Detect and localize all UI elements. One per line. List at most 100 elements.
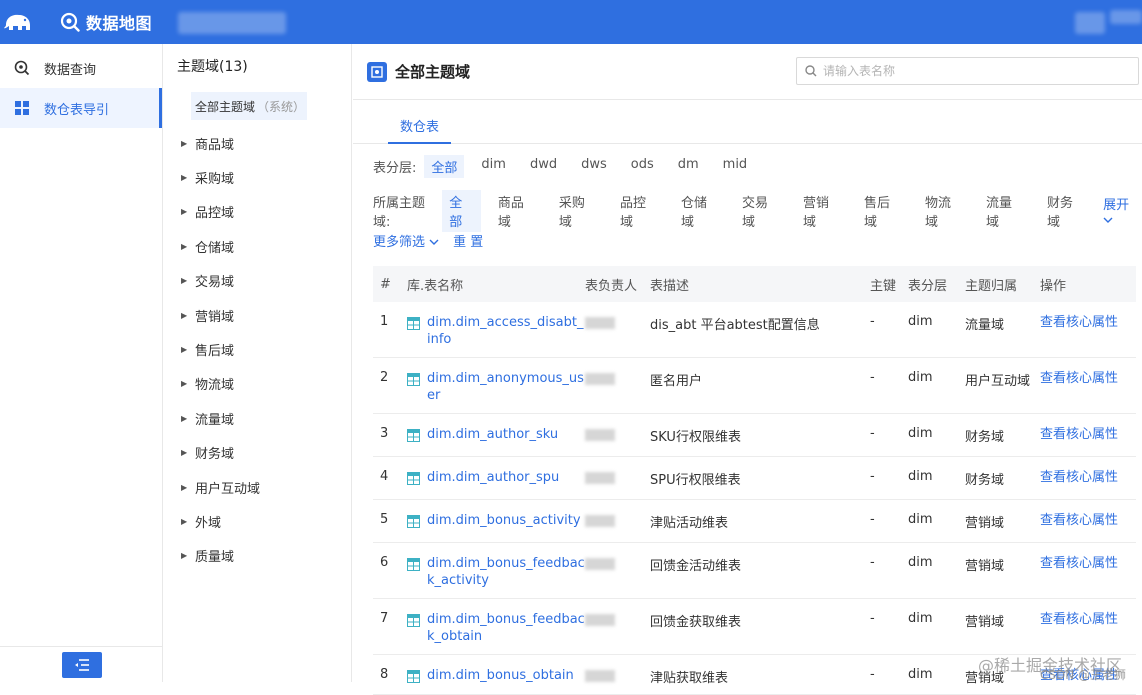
domain-option[interactable]: 交易域	[735, 190, 786, 232]
domain-option[interactable]: 采购域	[552, 190, 603, 232]
view-core-attrs-link[interactable]: 查看核心属性	[1040, 599, 1136, 628]
more-filters-button[interactable]: 更多筛选	[373, 231, 439, 250]
table-name-link[interactable]: dim.dim_author_sku	[427, 426, 558, 443]
view-core-attrs-link[interactable]: 查看核心属性	[1040, 543, 1136, 572]
desc-cell: SKU行权限维表	[650, 430, 741, 445]
layer-cell: dim	[908, 370, 933, 385]
domain-item[interactable]: ▶ 仓储域	[164, 229, 351, 263]
col-header-owner: 表负责人	[585, 278, 638, 294]
domain-item[interactable]: ▶ 财务域	[164, 436, 351, 470]
layer-option[interactable]: ods	[624, 155, 661, 178]
domain-item[interactable]: ▶ 商品域	[164, 126, 351, 160]
layer-option[interactable]: dwd	[523, 155, 564, 178]
owner-cell	[585, 302, 650, 329]
table-name-link[interactable]: dim.dim_bonus_feedback_activity	[427, 555, 585, 589]
table-icon	[407, 429, 420, 442]
table-name-link[interactable]: dim.dim_bonus_feedback_obtain	[427, 611, 585, 645]
collapse-menu-button[interactable]	[61, 651, 102, 678]
nav-item-data-query[interactable]: 数据查询	[0, 48, 162, 88]
owner-cell	[585, 500, 650, 527]
redacted-owner	[585, 317, 615, 329]
domain-option[interactable]: 仓储域	[674, 190, 725, 232]
domain-cell: 财务域	[965, 430, 1005, 445]
domain-item[interactable]: ▶ 品控域	[164, 195, 351, 229]
layer-option[interactable]: mid	[716, 155, 755, 178]
domain-item-label: 交易域	[195, 275, 235, 291]
table-name-link[interactable]: dim.dim_bonus_obtain	[427, 667, 574, 684]
domain-item[interactable]: ▶ 售后域	[164, 332, 351, 366]
table-icon	[407, 670, 420, 683]
tables-grid: # 库.表名称 表负责人 表描述 主键 表分层 主题归属 操作 1 dim.dim…	[373, 266, 1136, 695]
left-nav: 数据查询 数仓表导引	[0, 44, 163, 682]
table-name-link[interactable]: dim.dim_access_disabt_info	[427, 314, 585, 348]
table-name-cell: dim.dim_bonus_feedback_obtain	[407, 599, 585, 645]
caret-right-icon: ▶	[181, 276, 188, 286]
nav-label: 数据查询	[44, 62, 97, 78]
table-icon	[407, 317, 420, 330]
domain-item[interactable]: ▶ 质量域	[164, 539, 351, 573]
domain-item[interactable]: ▶ 营销域	[164, 298, 351, 332]
view-core-attrs-link[interactable]: 查看核心属性	[1040, 457, 1136, 486]
redacted-header-tabs	[178, 12, 286, 34]
search-icon	[805, 65, 817, 77]
domain-option[interactable]: 财务域	[1040, 190, 1091, 232]
desc-cell: SPU行权限维表	[650, 473, 741, 488]
domain-item-label: 营销域	[195, 309, 235, 325]
tab-warehouse-tables[interactable]: 数仓表	[388, 116, 452, 144]
domain-item[interactable]: ▶ 用户互动域	[164, 470, 351, 504]
grid-icon	[14, 100, 30, 116]
elephant-logo-icon[interactable]	[0, 0, 36, 44]
pk-cell: -	[870, 426, 875, 441]
domain-option[interactable]: 全部	[442, 190, 481, 232]
brand[interactable]: 数据地图	[60, 10, 152, 34]
view-core-attrs-link[interactable]: 查看核心属性	[1040, 500, 1136, 529]
caret-right-icon: ▶	[181, 310, 188, 320]
domain-item[interactable]: ▶ 流量域	[164, 401, 351, 435]
view-core-attrs-link[interactable]: 查看核心属性	[1040, 414, 1136, 443]
table-name-cell: dim.dim_author_sku	[407, 414, 585, 443]
expand-button[interactable]: 展开	[1103, 194, 1142, 228]
table-row: 7 dim.dim_bonus_feedback_obtain 回馈金获取维表 - di…	[373, 599, 1136, 655]
reset-button[interactable]: 重 置	[453, 231, 483, 250]
col-header-layer: 表分层	[908, 278, 948, 294]
row-num: 8	[380, 667, 389, 682]
redacted-owner	[585, 558, 615, 570]
layer-cell: dim	[908, 611, 933, 626]
table-name-link[interactable]: dim.dim_bonus_activity	[427, 512, 581, 529]
row-num: 4	[380, 469, 389, 484]
domain-item[interactable]: ▶ 物流域	[164, 367, 351, 401]
domain-cell: 营销域	[965, 516, 1005, 531]
layer-option[interactable]: 全部	[424, 155, 465, 178]
layer-option[interactable]: dim	[474, 155, 513, 178]
domain-all-item[interactable]: 全部主题域 （系统）	[191, 92, 307, 120]
view-core-attrs-link[interactable]: 查看核心属性	[1040, 358, 1136, 387]
caret-right-icon: ▶	[181, 345, 188, 355]
domain-option[interactable]: 售后域	[857, 190, 908, 232]
domain-item[interactable]: ▶ 外域	[164, 504, 351, 538]
domain-item[interactable]: ▶ 交易域	[164, 264, 351, 298]
table-name-link[interactable]: dim.dim_author_spu	[427, 469, 559, 486]
domain-option[interactable]: 物流域	[918, 190, 969, 232]
nav-item-warehouse-guide[interactable]: 数仓表导引	[0, 88, 162, 128]
table-icon	[407, 558, 420, 571]
domain-option[interactable]: 流量域	[979, 190, 1030, 232]
table-search[interactable]	[796, 57, 1139, 85]
view-core-attrs-link[interactable]: 查看核心属性	[1040, 302, 1136, 331]
domain-filter: 所属主题域: 全部 商品域 采购域 品控域 仓储域 交易域 营销域 售后域 物流域 流量域 财务域 …	[373, 190, 1142, 232]
domain-item-label: 物流域	[195, 378, 235, 394]
layer-option[interactable]: dws	[574, 155, 614, 178]
row-num: 5	[380, 512, 389, 527]
domain-option[interactable]: 品控域	[613, 190, 664, 232]
tab-bar: 数仓表	[353, 100, 1142, 144]
pk-cell: -	[870, 611, 875, 626]
table-icon	[407, 472, 420, 485]
domain-item[interactable]: ▶ 采购域	[164, 160, 351, 194]
layer-option[interactable]: dm	[671, 155, 706, 178]
owner-cell	[585, 358, 650, 385]
domain-item-label: 商品域	[195, 137, 235, 153]
domain-option[interactable]: 商品域	[491, 190, 542, 232]
domain-option[interactable]: 营销域	[796, 190, 847, 232]
table-name-link[interactable]: dim.dim_anonymous_user	[427, 370, 585, 404]
search-input[interactable]	[823, 64, 1123, 78]
table-row: 5 dim.dim_bonus_activity 津贴活动维表 - dim 营销域 查看核心…	[373, 500, 1136, 543]
